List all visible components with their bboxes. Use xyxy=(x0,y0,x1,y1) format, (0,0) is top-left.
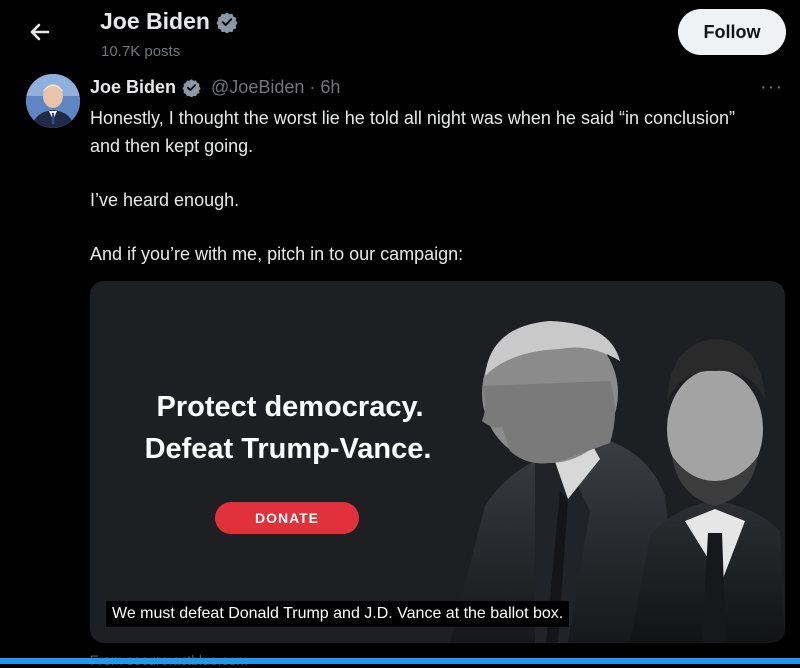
arrow-left-icon xyxy=(30,23,50,41)
tweet-header: Joe Biden @JoeBiden · 6h xyxy=(90,77,340,98)
tweet-paragraph: I’ve heard enough. xyxy=(90,190,240,210)
media-card[interactable]: Protect democracy. Defeat Trump-Vance. D… xyxy=(90,281,785,643)
header-title: Joe Biden xyxy=(100,8,238,35)
follow-button[interactable]: Follow xyxy=(678,9,786,55)
more-dots-icon: ··· xyxy=(760,76,783,98)
media-caption: We must defeat Donald Trump and J.D. Van… xyxy=(106,601,570,627)
promo-headline-1: Protect democracy. xyxy=(156,391,424,423)
post-count: 10.7K posts xyxy=(101,43,181,60)
avatar[interactable] xyxy=(26,74,80,128)
tweet-paragraph: Honestly, I thought the worst lie he tol… xyxy=(90,108,736,156)
header-name: Joe Biden xyxy=(100,8,210,34)
tweet-handle[interactable]: @JoeBiden · 6h xyxy=(211,77,340,98)
donate-button[interactable]: DONATE xyxy=(215,502,359,534)
tweet-text: Honestly, I thought the worst lie he tol… xyxy=(90,104,770,268)
tweet-author-name[interactable]: Joe Biden xyxy=(90,77,176,98)
more-options-button[interactable]: ··· xyxy=(760,76,783,99)
bottom-divider xyxy=(0,658,800,664)
promo-headline-2: Defeat Trump-Vance. xyxy=(144,433,432,465)
profile-header: Joe Biden 10.7K posts Follow xyxy=(0,0,800,70)
verified-badge-icon xyxy=(182,79,201,97)
tweet-paragraph: And if you’re with me, pitch in to our c… xyxy=(90,244,464,264)
back-button[interactable] xyxy=(26,18,54,46)
avatar-portrait xyxy=(26,74,80,128)
verified-badge-icon xyxy=(216,11,238,33)
